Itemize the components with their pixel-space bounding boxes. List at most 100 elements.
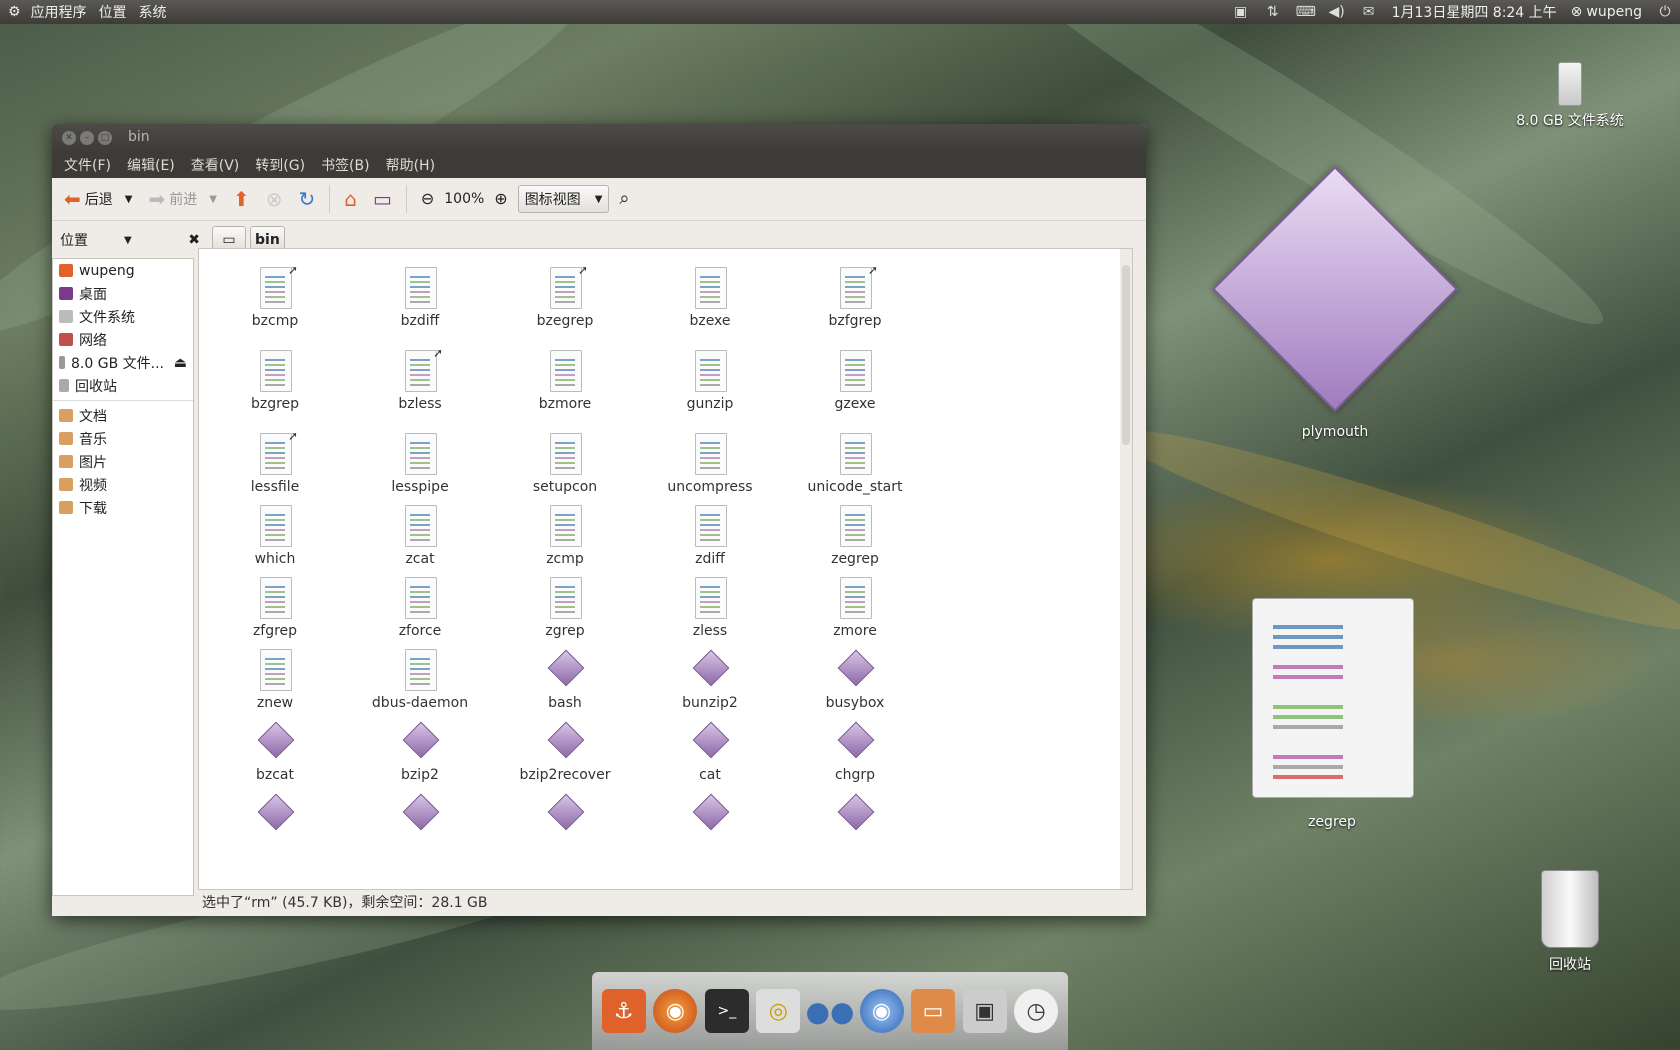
folder-icon[interactable]: ▭	[911, 989, 956, 1033]
sidebar-item-filesystem[interactable]: 文件系统	[53, 305, 193, 328]
desktop-zegrep[interactable]: zegrep	[1252, 598, 1414, 830]
window-titlebar[interactable]: ✕ – □ bin	[52, 124, 1146, 152]
file-item[interactable]: dbus-daemon	[350, 649, 490, 711]
file-item[interactable]: bzdiff	[350, 267, 490, 329]
eject-icon[interactable]: ⏏	[174, 355, 187, 371]
sidebar-item-downloads[interactable]: 下载	[53, 496, 193, 519]
computer-button[interactable]: ▭	[367, 183, 398, 215]
file-item[interactable]: ➚ bzcmp	[205, 263, 345, 329]
menu-view[interactable]: 查看(V)	[183, 155, 248, 175]
file-item[interactable]: which	[205, 505, 345, 567]
file-item[interactable]: gunzip	[640, 350, 780, 412]
zoom-level[interactable]: 100%	[444, 191, 484, 207]
desktop-trash[interactable]: 回收站	[1510, 870, 1630, 974]
file-item[interactable]: cat	[640, 721, 780, 783]
file-item[interactable]	[205, 793, 345, 839]
menu-applications[interactable]: 应用程序	[25, 2, 93, 22]
file-item[interactable]	[640, 793, 780, 839]
file-item[interactable]: ➚ bzegrep	[495, 263, 635, 329]
file-item[interactable]: ➚ bzless	[350, 346, 490, 412]
stop-button[interactable]: ⊗	[260, 183, 289, 215]
file-item[interactable]: busybox	[785, 649, 925, 711]
file-item[interactable]: zdiff	[640, 505, 780, 567]
volume-icon[interactable]: ◀)	[1328, 4, 1346, 20]
sidebar-item-network[interactable]: 网络	[53, 328, 193, 351]
sidebar-item-trash[interactable]: 回收站	[53, 374, 193, 397]
sidebar-item-usb[interactable]: 8.0 GB 文件... ⏏	[53, 351, 193, 374]
menu-file[interactable]: 文件(F)	[56, 155, 119, 175]
speaker-icon[interactable]: ◎	[756, 989, 801, 1033]
clock-icon[interactable]: ◷	[1014, 989, 1059, 1033]
ubuntu-logo-icon[interactable]: ⚙	[0, 4, 25, 20]
chevron-down-icon[interactable]: ▼	[125, 194, 133, 205]
menu-bookmarks[interactable]: 书签(B)	[313, 155, 378, 175]
mail-icon[interactable]: ✉	[1360, 4, 1378, 20]
file-item[interactable]	[495, 793, 635, 839]
menu-system[interactable]: 系统	[133, 2, 173, 22]
sidebar-item-videos[interactable]: 视频	[53, 473, 193, 496]
power-icon[interactable]: ⏻	[1656, 4, 1674, 20]
sidebar-item-desktop[interactable]: 桌面	[53, 282, 193, 305]
icon-view[interactable]: ➚ bzcmp bzdiff ➚ bzegrep bzexe ➚ bzfgrep bzgrep ➚…	[198, 248, 1133, 890]
file-item[interactable]: zcat	[350, 505, 490, 567]
file-item[interactable]	[350, 793, 490, 839]
user-menu[interactable]: ⊗ wupeng	[1571, 4, 1642, 20]
sidebar-item-pictures[interactable]: 图片	[53, 450, 193, 473]
file-item[interactable]: zfgrep	[205, 577, 345, 639]
file-item[interactable]: zforce	[350, 577, 490, 639]
file-item[interactable]: unicode_start	[785, 433, 925, 495]
file-item[interactable]: zegrep	[785, 505, 925, 567]
camera-icon[interactable]: ▣	[962, 989, 1007, 1033]
sidebar-item-music[interactable]: 音乐	[53, 427, 193, 450]
chevron-down-icon[interactable]: ▼	[209, 194, 217, 205]
file-item[interactable]: zcmp	[495, 505, 635, 567]
sidebar-item-documents[interactable]: 文档	[53, 404, 193, 427]
menu-edit[interactable]: 编辑(E)	[119, 155, 183, 175]
file-item[interactable]: bzgrep	[205, 350, 345, 412]
desktop-plymouth[interactable]: plymouth	[1210, 165, 1460, 440]
menu-go[interactable]: 转到(G)	[247, 155, 313, 175]
chromium-icon[interactable]: ◉	[859, 989, 904, 1033]
menu-places[interactable]: 位置	[93, 2, 133, 22]
file-item[interactable]: setupcon	[495, 433, 635, 495]
file-item[interactable]: zmore	[785, 577, 925, 639]
clock-datetime[interactable]: 1月13日星期四 8:24 上午	[1392, 2, 1557, 22]
file-item[interactable]: bzip2	[350, 721, 490, 783]
file-item[interactable]: ➚ bzfgrep	[785, 263, 925, 329]
file-item[interactable]: gzexe	[785, 350, 925, 412]
file-item[interactable]: zgrep	[495, 577, 635, 639]
keyboard-icon[interactable]: ⌨	[1296, 4, 1316, 20]
search-button[interactable]: ⌕	[613, 183, 635, 215]
anchor-icon[interactable]: ⚓	[601, 989, 646, 1033]
up-button[interactable]: ⬆	[227, 183, 256, 215]
file-item[interactable]: bzexe	[640, 267, 780, 329]
file-item[interactable]: bzcat	[205, 721, 345, 783]
sidebar-type-select[interactable]: 位置 ▼	[60, 230, 132, 250]
file-item[interactable]: chgrp	[785, 721, 925, 783]
camera-icon[interactable]: ▣	[1232, 4, 1250, 20]
minimize-button[interactable]: –	[80, 131, 94, 145]
home-button[interactable]: ⌂	[338, 183, 363, 215]
forward-button[interactable]: ➡ 前进 ▼	[142, 183, 222, 215]
desktop-usb-drive[interactable]: 8.0 GB 文件系统	[1500, 62, 1640, 130]
pidgin-icon[interactable]: ●●	[806, 989, 855, 1033]
back-button[interactable]: ⬅ 后退 ▼	[58, 183, 138, 215]
file-item[interactable]: bunzip2	[640, 649, 780, 711]
network-icon[interactable]: ⇅	[1264, 4, 1282, 20]
terminal-icon[interactable]: >_	[704, 989, 749, 1033]
close-button[interactable]: ✕	[62, 131, 76, 145]
close-sidebar-icon[interactable]: ✖	[188, 232, 200, 248]
file-item[interactable]	[785, 793, 925, 839]
firefox-icon[interactable]: ◉	[653, 989, 698, 1033]
file-item[interactable]: ➚ lessfile	[205, 429, 345, 495]
zoom-out-button[interactable]: ⊖	[415, 183, 440, 215]
file-item[interactable]: bzmore	[495, 350, 635, 412]
vertical-scrollbar[interactable]	[1120, 249, 1132, 889]
zoom-in-button[interactable]: ⊕	[488, 183, 513, 215]
scrollbar-thumb[interactable]	[1122, 265, 1130, 445]
menu-help[interactable]: 帮助(H)	[378, 155, 443, 175]
file-item[interactable]: bzip2recover	[495, 721, 635, 783]
view-mode-select[interactable]: 图标视图 ▼	[517, 185, 610, 213]
file-item[interactable]: uncompress	[640, 433, 780, 495]
reload-button[interactable]: ↻	[292, 183, 321, 215]
